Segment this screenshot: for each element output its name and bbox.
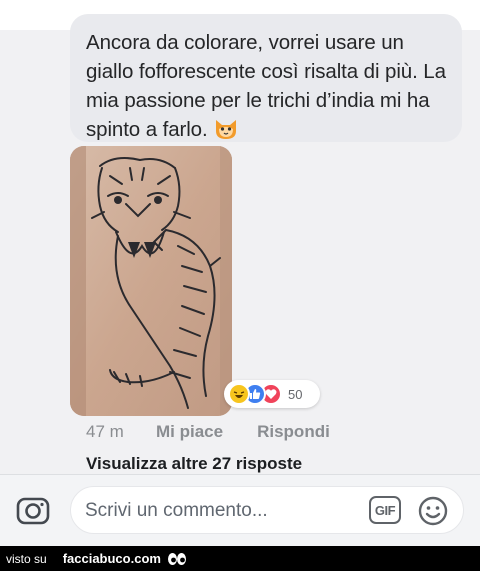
tiger-tattoo-photo[interactable] <box>70 146 232 416</box>
reply-button[interactable]: Rispondi <box>257 422 330 442</box>
comment-text-wrap: Ancora da colorare, vorrei usare un gial… <box>86 28 450 144</box>
cat-emoji-icon <box>216 120 237 139</box>
comment-text: Ancora da colorare, vorrei usare un gial… <box>86 31 446 141</box>
eyes-logo-icon <box>167 552 186 565</box>
comment-input[interactable] <box>85 496 355 526</box>
comment-time: 47 m <box>86 422 124 441</box>
reaction-count: 50 <box>288 386 303 402</box>
watermark-footer: visto su facciabuco.com <box>0 546 480 571</box>
comment-bubble[interactable]: Ancora da colorare, vorrei usare un gial… <box>70 14 462 142</box>
haha-icon <box>228 383 250 405</box>
tattoo-image <box>70 146 232 416</box>
view-more-replies-link[interactable]: Visualizza altre 27 risposte <box>86 454 302 474</box>
comment-input-wrapper: GIF <box>70 486 464 534</box>
gif-button[interactable]: GIF <box>369 496 401 524</box>
reactions-summary[interactable]: 50 <box>224 380 320 408</box>
smiley-icon[interactable] <box>417 495 449 527</box>
footer-prefix: visto su <box>6 551 47 566</box>
comment-actions: 47 m Mi piace Rispondi <box>86 420 364 444</box>
footer-brand[interactable]: facciabuco.com <box>63 551 161 566</box>
like-button[interactable]: Mi piace <box>156 422 223 442</box>
camera-icon[interactable] <box>16 494 50 526</box>
